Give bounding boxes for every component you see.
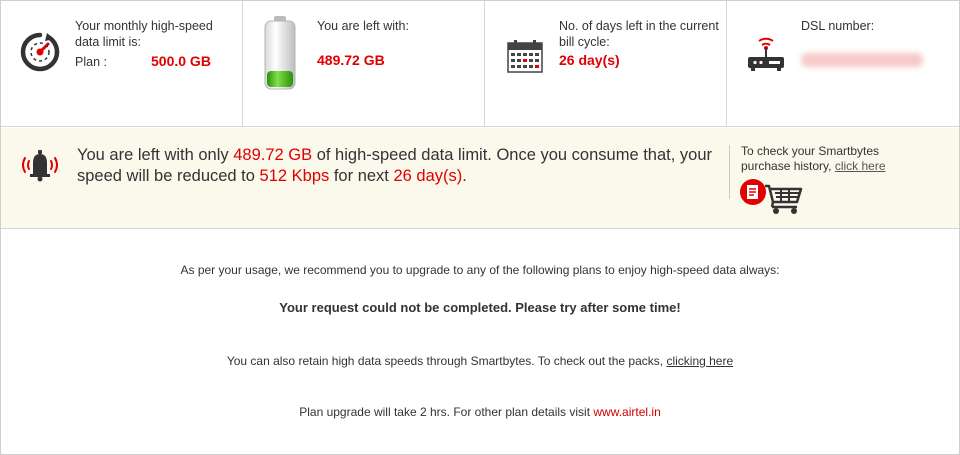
plan-label: Plan : — [75, 55, 107, 69]
stat-data-limit: Your monthly high-speed data limit is: P… — [1, 1, 243, 127]
plan-upgrade-line: Plan upgrade will take 2 hrs. For other … — [1, 405, 959, 419]
alert-divider — [729, 145, 730, 199]
cart-icon[interactable] — [739, 178, 805, 221]
stat-remaining: You are left with: 489.72 GB — [243, 1, 485, 127]
dsl-number-label: DSL number: — [801, 19, 875, 33]
battery-icon — [263, 15, 297, 96]
dsl-number-redacted — [801, 53, 923, 67]
smartbytes-packs-text: You can also retain high data speeds thr… — [226, 354, 667, 368]
alert-text-4: . — [462, 167, 467, 185]
page-frame: Your monthly high-speed data limit is: P… — [0, 0, 960, 455]
smartbytes-history-link[interactable]: click here — [835, 159, 886, 173]
alert-remaining-data: 489.72 GB — [233, 146, 313, 164]
smartbytes-packs-link[interactable]: clicking here — [666, 354, 733, 368]
calendar-icon — [507, 39, 543, 78]
speedometer-icon — [19, 31, 61, 78]
plan-limit-value: 500.0 GB — [151, 53, 211, 69]
router-icon — [745, 31, 787, 78]
remaining-label: You are left with: — [317, 19, 409, 33]
days-left-label: No. of days left in the current bill cyc… — [559, 19, 719, 49]
stat-dsl-number: DSL number: — [727, 1, 959, 127]
remaining-value: 489.72 GB — [317, 52, 385, 68]
plan-recommendation-section: As per your usage, we recommend you to u… — [1, 230, 959, 454]
bell-icon — [19, 148, 61, 189]
days-left-value: 26 day(s) — [559, 52, 620, 68]
smartbytes-packs-line: You can also retain high data speeds thr… — [1, 354, 959, 368]
alert-text-3: for next — [329, 167, 394, 185]
alert-reduced-speed: 512 Kbps — [259, 167, 330, 185]
error-message: Your request could not be completed. Ple… — [279, 300, 681, 315]
smartbytes-history: To check your Smartbytes purchase histor… — [741, 144, 911, 174]
airtel-website-link[interactable]: www.airtel.in — [593, 405, 660, 419]
usage-stats-row: Your monthly high-speed data limit is: P… — [1, 1, 959, 127]
plan-upgrade-text: Plan upgrade will take 2 hrs. For other … — [299, 405, 594, 419]
data-limit-label: Your monthly high-speed data limit is: — [75, 19, 213, 49]
stat-days-left: No. of days left in the current bill cyc… — [485, 1, 727, 127]
speed-alert-message: You are left with only 489.72 GB of high… — [77, 145, 717, 187]
alert-days: 26 day(s) — [393, 167, 463, 185]
alert-text-1: You are left with only — [77, 146, 234, 164]
recommendation-text: As per your usage, we recommend you to u… — [180, 263, 780, 277]
speed-alert-banner: You are left with only 489.72 GB of high… — [1, 128, 959, 229]
